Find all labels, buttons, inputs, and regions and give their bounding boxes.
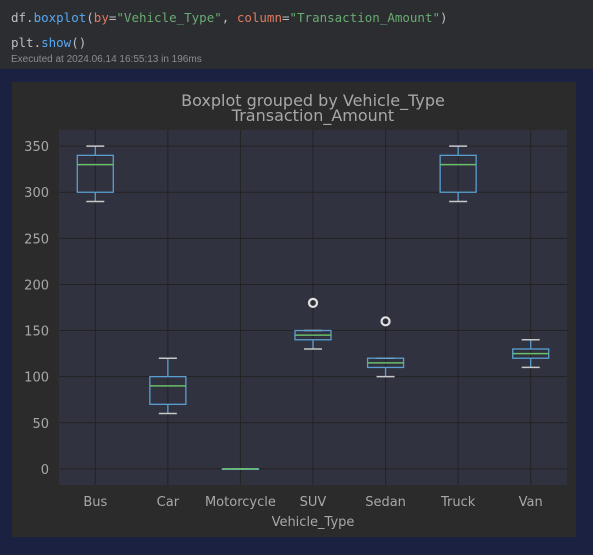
code-token: boxplot — [33, 10, 87, 25]
chart-figure: Boxplot grouped by Vehicle_Type Transact… — [12, 82, 576, 537]
y-tick-label: 100 — [24, 371, 49, 386]
code-line-boxplot[interactable]: df.boxplot(by="Vehicle_Type", column="Tr… — [11, 10, 448, 25]
code-token: by — [93, 10, 109, 25]
x-tick-label: Car — [157, 495, 180, 510]
execution-info: Executed at 2024.06.14 16:55:13 in 196ms — [11, 54, 202, 65]
notebook-cell[interactable]: df.boxplot(by="Vehicle_Type", column="Tr… — [0, 0, 593, 69]
y-tick-label: 250 — [24, 232, 49, 247]
boxplot-chart: Boxplot grouped by Vehicle_Type Transact… — [24, 91, 567, 530]
y-tick-label: 0 — [41, 463, 49, 478]
x-tick-label: Bus — [83, 495, 107, 510]
x-tick-label: Sedan — [365, 495, 406, 510]
code-token: = — [281, 10, 290, 25]
code-token: "Vehicle_Type" — [116, 10, 222, 25]
x-tick-label: SUV — [300, 495, 327, 510]
code-token: () — [71, 35, 87, 50]
code-token: ) — [440, 10, 448, 25]
y-tick-label: 150 — [24, 325, 49, 340]
chart-subtitle: Transaction_Amount — [231, 106, 394, 126]
x-tick-label: Truck — [440, 495, 476, 510]
code-token: "Transaction_Amount" — [289, 10, 441, 25]
x-tick-label: Motorcycle — [205, 495, 276, 510]
code-token: show — [41, 35, 72, 50]
code-token: df. — [11, 10, 34, 25]
code-line-show[interactable]: plt.show() — [11, 35, 86, 50]
y-tick-label: 300 — [24, 186, 49, 201]
x-axis-label: Vehicle_Type — [272, 515, 355, 530]
code-token: , — [221, 10, 237, 25]
y-tick-label: 50 — [32, 417, 49, 432]
code-token: ( — [86, 10, 94, 25]
y-tick-label: 350 — [24, 140, 49, 155]
code-token: plt. — [11, 35, 42, 50]
code-token: column — [236, 10, 282, 25]
y-tick-label: 200 — [24, 278, 49, 293]
x-tick-label: Van — [519, 495, 543, 510]
